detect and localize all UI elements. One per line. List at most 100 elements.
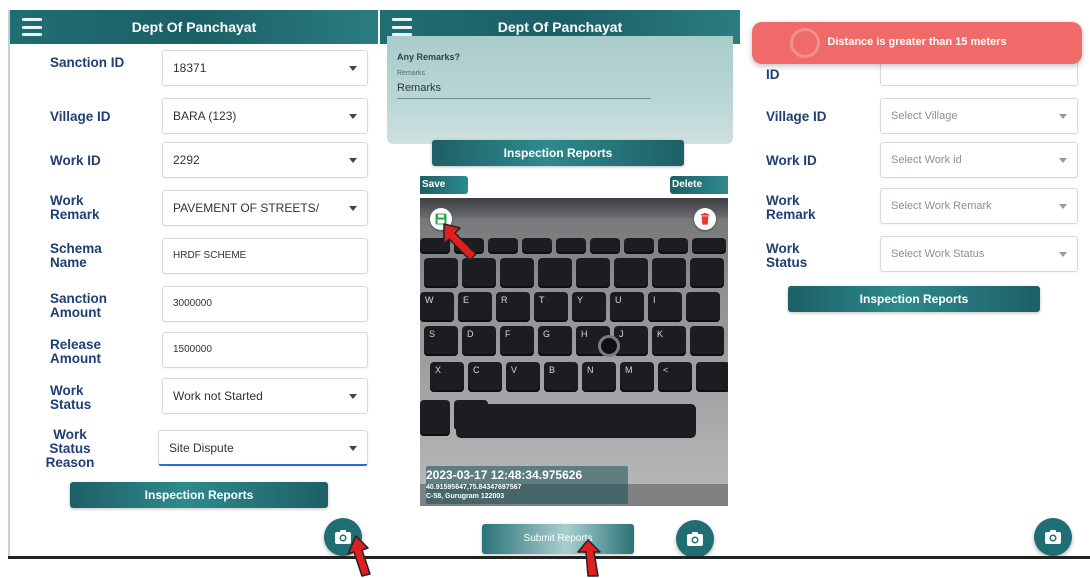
- work-status-select[interactable]: Select Work Status: [880, 236, 1078, 272]
- photo-key-k: K: [652, 326, 686, 356]
- camera-fab[interactable]: [1034, 518, 1072, 556]
- work-remark-select[interactable]: PAVEMENT OF STREETS/: [162, 190, 368, 226]
- photo-key: [692, 238, 726, 254]
- trash-icon: [701, 213, 709, 225]
- work-id-value: 2292: [173, 153, 200, 167]
- work-status-value: Work not Started: [173, 389, 263, 403]
- label-sanction-id: Sanction ID: [50, 55, 125, 70]
- photo-key-m: M: [620, 362, 654, 392]
- label-work-status-reason: Work Status Reason: [45, 427, 95, 470]
- village-select[interactable]: Select Village: [880, 98, 1078, 134]
- remarks-card: Any Remarks? Remarks Remarks: [387, 36, 733, 144]
- label-work-remark: Work Remark: [50, 193, 100, 222]
- remarks-input[interactable]: Remarks: [397, 82, 441, 94]
- photo-key-c: C: [468, 362, 502, 392]
- work-id-select[interactable]: Select Work id: [880, 142, 1078, 178]
- work-id-select[interactable]: 2292: [162, 142, 368, 178]
- photo-key: [686, 292, 720, 322]
- bottom-divider: [8, 556, 1090, 559]
- inspection-reports-button[interactable]: Inspection Reports: [432, 140, 684, 166]
- photo-key: [652, 258, 686, 288]
- label-work-status: Work Status: [766, 241, 808, 270]
- label-work-status: Work Status: [50, 383, 92, 412]
- work-id-placeholder: Select Work id: [891, 154, 962, 166]
- release-amount-value: 1500000: [173, 344, 212, 355]
- photo-address: C-58, Gurugram 122003: [426, 493, 505, 500]
- photo-key-t: T: [534, 292, 568, 322]
- work-status-select[interactable]: Work not Started: [162, 378, 368, 414]
- village-id-value: BARA (123): [173, 109, 237, 123]
- annotation-arrow-icon: [577, 539, 601, 577]
- chevron-down-icon: [1059, 204, 1067, 209]
- submit-reports-button[interactable]: Submit Reports: [482, 524, 634, 554]
- photo-key-r: R: [496, 292, 530, 322]
- photo-key-d: D: [462, 326, 496, 356]
- delete-photo-button[interactable]: [694, 208, 716, 230]
- photo-key-x: X: [430, 362, 464, 392]
- remarks-underline: [397, 98, 651, 99]
- photo-key-comma: <: [658, 362, 692, 392]
- photo-key-i: I: [648, 292, 682, 322]
- photo-key: [500, 258, 534, 288]
- save-button[interactable]: Save: [420, 176, 468, 194]
- camera-fab[interactable]: [676, 520, 714, 558]
- schema-name-value: HRDF SCHEME: [173, 250, 247, 261]
- schema-name-field[interactable]: HRDF SCHEME: [162, 238, 368, 274]
- work-remark-select[interactable]: Select Work Remark: [880, 188, 1078, 224]
- label-village-id: Village ID: [50, 109, 111, 124]
- photo-key: [420, 400, 450, 436]
- delete-button[interactable]: Delete: [670, 176, 728, 194]
- chevron-down-icon: [349, 158, 357, 163]
- photo-trackpoint: [598, 335, 620, 357]
- panel-distance-error: ID Village ID Select Village Work ID Sel…: [742, 10, 1090, 558]
- remarks-question: Any Remarks?: [397, 52, 461, 62]
- photo-key: [624, 238, 654, 254]
- app-title: Dept Of Panchayat: [497, 19, 623, 35]
- photo-key: [424, 258, 458, 288]
- label-sanction-amount: Sanction Amount: [50, 291, 108, 320]
- photo-key: [690, 326, 724, 356]
- sanction-amount-value: 3000000: [173, 298, 212, 309]
- village-placeholder: Select Village: [891, 110, 958, 122]
- photo-geotag-stamp: 2023-03-17 12:48:34.975626 40.91595647,7…: [426, 466, 628, 504]
- chevron-down-icon: [1059, 114, 1067, 119]
- village-id-select[interactable]: BARA (123): [162, 98, 368, 134]
- chevron-down-icon: [349, 446, 357, 451]
- photo-coordinates: 40.91595647,75.84347697567: [426, 484, 522, 491]
- annotation-arrow-icon: [347, 535, 371, 577]
- work-status-reason-select[interactable]: Site Dispute: [158, 430, 368, 466]
- work-remark-value: PAVEMENT OF STREETS/: [173, 201, 320, 215]
- photo-key-s: S: [424, 326, 458, 356]
- photo-key-u: U: [610, 292, 644, 322]
- app-title: Dept Of Panchayat: [131, 19, 257, 35]
- sanction-amount-field[interactable]: 3000000: [162, 286, 368, 322]
- photo-key-v: V: [506, 362, 540, 392]
- panel-photo-capture: Dept Of Panchayat Any Remarks? Remarks R…: [380, 10, 740, 558]
- photo-hinge: [420, 198, 728, 218]
- work-status-placeholder: Select Work Status: [891, 248, 985, 260]
- chevron-down-icon: [1059, 158, 1067, 163]
- release-amount-field[interactable]: 1500000: [162, 332, 368, 368]
- camera-icon: [1045, 530, 1061, 544]
- label-schema-name: Schema Name: [50, 241, 102, 270]
- photo-key: [576, 258, 610, 288]
- inspection-reports-button[interactable]: Inspection Reports: [788, 286, 1040, 312]
- chevron-down-icon: [1059, 252, 1067, 257]
- label-village-id: Village ID: [766, 109, 827, 124]
- label-work-id: Work ID: [766, 153, 817, 168]
- photo-key: [538, 258, 572, 288]
- sanction-id-value: 18371: [173, 61, 207, 75]
- label-work-id: Work ID: [50, 153, 101, 168]
- photo-key: [690, 258, 724, 288]
- photo-key: [556, 238, 586, 254]
- photo-key-y: Y: [572, 292, 606, 322]
- chevron-down-icon: [349, 66, 357, 71]
- photo-key-f: F: [500, 326, 534, 356]
- label-work-remark: Work Remark: [766, 193, 816, 222]
- photo-key: [590, 238, 620, 254]
- sanction-id-select[interactable]: 18371: [162, 50, 368, 86]
- remarks-label: Remarks: [397, 70, 426, 77]
- inspection-reports-button[interactable]: Inspection Reports: [70, 482, 328, 508]
- label-release-amount: Release Amount: [50, 337, 102, 366]
- photo-key: [522, 238, 552, 254]
